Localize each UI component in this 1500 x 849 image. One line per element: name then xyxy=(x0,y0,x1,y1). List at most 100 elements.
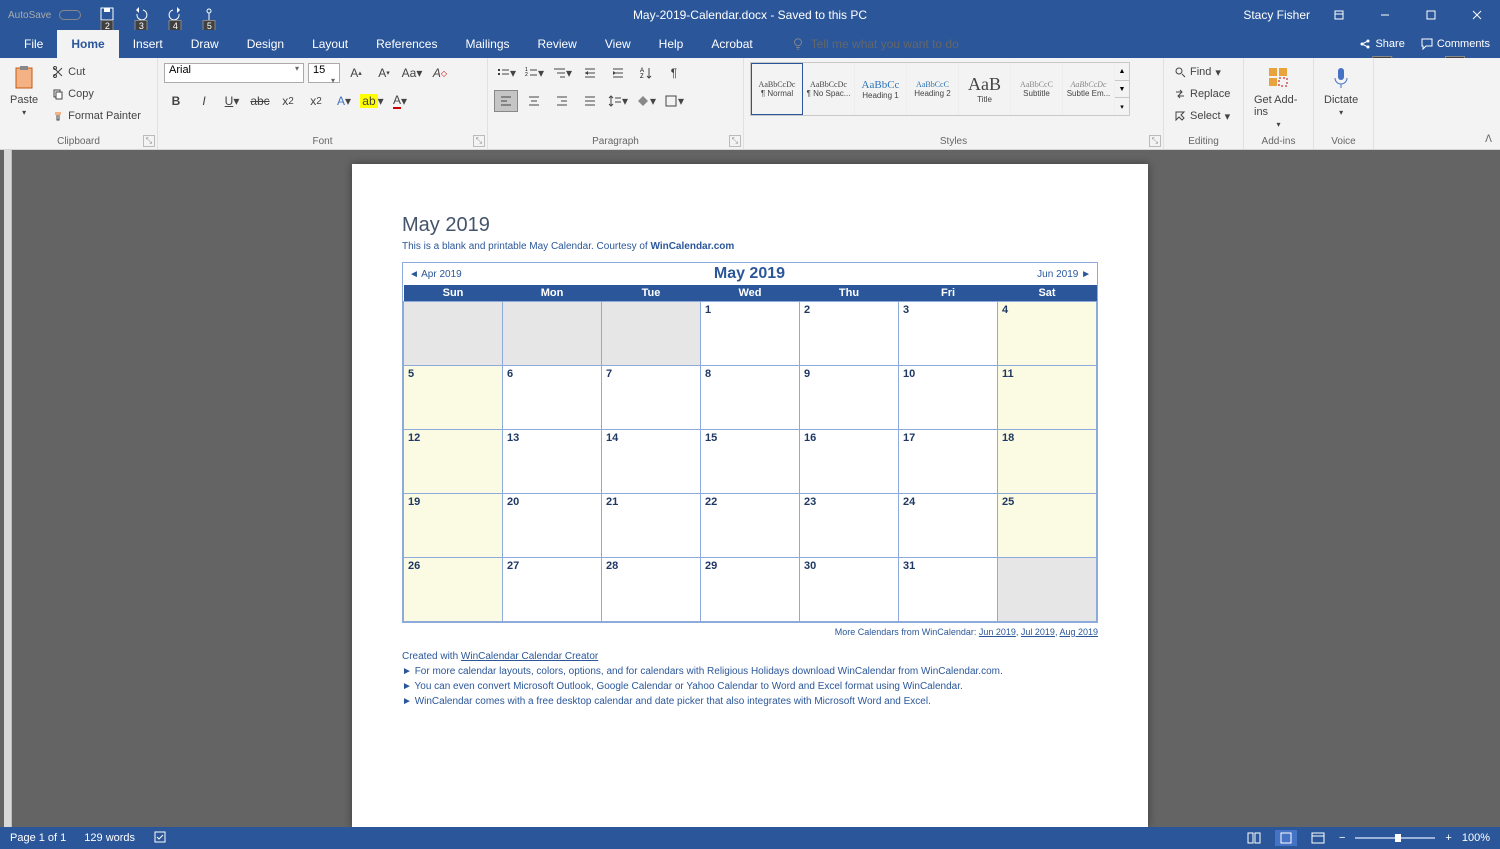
calendar-cell[interactable]: 29 xyxy=(701,557,800,621)
user-name[interactable]: Stacy Fisher xyxy=(1243,8,1310,22)
bullets-button[interactable]: ▾ xyxy=(494,62,518,84)
more-calendar-link[interactable]: Jul 2019 xyxy=(1021,627,1055,637)
calendar-cell[interactable]: 26 xyxy=(404,557,503,621)
tab-layout[interactable]: LayoutP xyxy=(298,30,362,58)
tab-help[interactable]: HelpY1 xyxy=(645,30,698,58)
calendar-cell[interactable]: 19 xyxy=(404,493,503,557)
calendar-cell[interactable] xyxy=(998,557,1097,621)
format-painter-button[interactable]: Format Painter xyxy=(48,106,145,126)
increase-font-button[interactable]: A▴ xyxy=(344,62,368,84)
calendar-cell[interactable]: 15 xyxy=(701,429,800,493)
calendar-cell[interactable]: 11 xyxy=(998,365,1097,429)
align-center-button[interactable] xyxy=(522,90,546,112)
subscript-button[interactable]: x2 xyxy=(276,90,300,112)
cut-button[interactable]: Cut xyxy=(48,62,145,82)
calendar-cell[interactable]: 1 xyxy=(701,301,800,365)
tab-view[interactable]: ViewW xyxy=(591,30,645,58)
read-mode-button[interactable] xyxy=(1243,830,1265,846)
calendar-cell[interactable] xyxy=(602,301,701,365)
style-no-spacing[interactable]: AaBbCcDc¶ No Spac... xyxy=(803,63,855,115)
calendar-cell[interactable]: 23 xyxy=(800,493,899,557)
page[interactable]: May 2019 This is a blank and printable M… xyxy=(352,164,1148,827)
decrease-font-button[interactable]: A▾ xyxy=(372,62,396,84)
tell-me-search[interactable]: Tell me what you want to do Q xyxy=(791,37,959,51)
font-dialog-launcher[interactable]: ⤡ xyxy=(473,135,485,147)
tab-mailings[interactable]: MailingsM xyxy=(451,30,523,58)
ribbon-display-icon[interactable] xyxy=(1322,0,1356,30)
get-addins-button[interactable]: Get Add-ins▾ xyxy=(1250,62,1307,131)
clear-formatting-button[interactable]: A◇ xyxy=(428,62,452,84)
tab-references[interactable]: ReferencesS xyxy=(362,30,451,58)
copy-button[interactable]: Copy xyxy=(48,84,145,104)
style-subtle-em[interactable]: AaBbCcDcSubtle Em... xyxy=(1063,63,1115,115)
sort-button[interactable]: AZ xyxy=(634,62,658,84)
align-left-button[interactable] xyxy=(494,90,518,112)
close-icon[interactable] xyxy=(1460,0,1494,30)
calendar-cell[interactable]: 24 xyxy=(899,493,998,557)
change-case-button[interactable]: Aa▾ xyxy=(400,62,424,84)
style-heading2[interactable]: AaBbCcCHeading 2 xyxy=(907,63,959,115)
superscript-button[interactable]: x2 xyxy=(304,90,328,112)
calendar-cell[interactable]: 6 xyxy=(503,365,602,429)
style-heading1[interactable]: AaBbCcHeading 1 xyxy=(855,63,907,115)
clipboard-dialog-launcher[interactable]: ⤡ xyxy=(143,135,155,147)
calendar-cell[interactable]: 17 xyxy=(899,429,998,493)
zoom-level[interactable]: 100% xyxy=(1462,832,1490,844)
calendar-subtitle[interactable]: This is a blank and printable May Calend… xyxy=(402,241,1098,252)
align-right-button[interactable] xyxy=(550,90,574,112)
font-size-select[interactable]: 15 xyxy=(308,63,340,83)
calendar-cell[interactable]: 13 xyxy=(503,429,602,493)
borders-button[interactable]: ▾ xyxy=(662,90,686,112)
calendar-cell[interactable]: 3 xyxy=(899,301,998,365)
text-effects-button[interactable]: A▾ xyxy=(332,90,356,112)
comments-button[interactable]: CommentsZC xyxy=(1421,38,1490,50)
bullet-line[interactable]: For more calendar layouts, colors, optio… xyxy=(402,666,1098,677)
select-button[interactable]: Select ▾ xyxy=(1170,106,1234,126)
calendar-cell[interactable]: 28 xyxy=(602,557,701,621)
prev-month-link[interactable]: ◄ Apr 2019 xyxy=(409,269,462,280)
tab-design[interactable]: DesignG xyxy=(233,30,298,58)
web-layout-button[interactable] xyxy=(1307,830,1329,846)
styles-gallery[interactable]: AaBbCcDc¶ Normal AaBbCcDc¶ No Spac... Aa… xyxy=(750,62,1130,116)
line-spacing-button[interactable]: ▾ xyxy=(606,90,630,112)
autosave-toggle[interactable]: AutoSave xyxy=(8,10,51,21)
paragraph-dialog-launcher[interactable]: ⤡ xyxy=(729,135,741,147)
document-area[interactable]: May 2019 This is a blank and printable M… xyxy=(0,150,1500,827)
wincalendar-link[interactable]: WinCalendar.com xyxy=(650,241,734,252)
bullet-line[interactable]: You can even convert Microsoft Outlook, … xyxy=(402,681,1098,692)
show-hide-button[interactable]: ¶ xyxy=(662,62,686,84)
styles-scroll-down[interactable]: ▼ xyxy=(1115,81,1129,99)
calendar-cell[interactable]: 9 xyxy=(800,365,899,429)
calendar-cell[interactable]: 18 xyxy=(998,429,1097,493)
find-button[interactable]: Find ▾ xyxy=(1170,62,1234,82)
calendar-table[interactable]: SunMonTueWedThuFriSat 123456789101112131… xyxy=(403,285,1097,622)
print-layout-button[interactable] xyxy=(1275,830,1297,846)
bold-button[interactable]: B xyxy=(164,90,188,112)
qat-redo[interactable]: 4 xyxy=(167,6,183,25)
font-name-select[interactable]: Arial xyxy=(164,63,304,83)
calendar-cell[interactable]: 20 xyxy=(503,493,602,557)
calendar-cell[interactable]: 4 xyxy=(998,301,1097,365)
creator-link[interactable]: WinCalendar Calendar Creator xyxy=(461,651,598,662)
calendar-title[interactable]: May 2019 xyxy=(402,214,1098,237)
calendar-cell[interactable]: 25 xyxy=(998,493,1097,557)
zoom-slider[interactable] xyxy=(1355,837,1435,839)
replace-button[interactable]: Replace xyxy=(1170,84,1234,104)
calendar-cell[interactable]: 16 xyxy=(800,429,899,493)
style-title[interactable]: AaBTitle xyxy=(959,63,1011,115)
increase-indent-button[interactable] xyxy=(606,62,630,84)
calendar-cell[interactable]: 10 xyxy=(899,365,998,429)
justify-button[interactable] xyxy=(578,90,602,112)
styles-dialog-launcher[interactable]: ⤡ xyxy=(1149,135,1161,147)
calendar-cell[interactable]: 12 xyxy=(404,429,503,493)
word-count[interactable]: 129 words xyxy=(84,832,135,844)
calendar-cell[interactable]: 27 xyxy=(503,557,602,621)
calendar-cell[interactable]: 31 xyxy=(899,557,998,621)
zoom-out-button[interactable]: − xyxy=(1339,832,1345,844)
shading-button[interactable]: ▾ xyxy=(634,90,658,112)
calendar-cell[interactable]: 8 xyxy=(701,365,800,429)
font-color-button[interactable]: A▾ xyxy=(388,90,412,112)
tab-draw[interactable]: DrawJI xyxy=(177,30,233,58)
tab-file[interactable]: FileF xyxy=(10,30,57,58)
share-button[interactable]: ShareZS xyxy=(1359,38,1404,50)
